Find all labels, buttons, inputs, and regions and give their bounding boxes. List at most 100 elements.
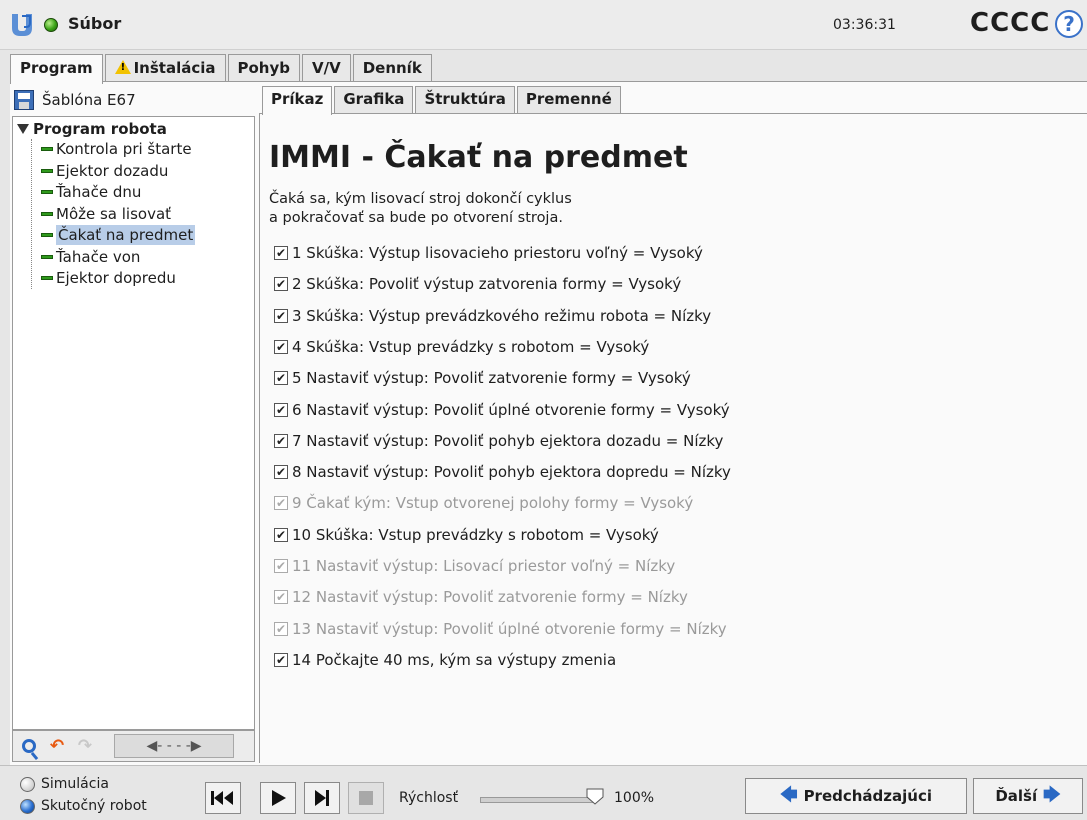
speed-slider-thumb[interactable] bbox=[585, 786, 605, 806]
tree-root[interactable]: Program robota bbox=[17, 120, 167, 138]
command-item-label: 5 Nastaviť výstup: Povoliť zatvorenie fo… bbox=[292, 369, 691, 388]
command-item[interactable]: ✔ 9 Čakať kým: Vstup otvorenej polohy for… bbox=[274, 492, 693, 514]
checkbox[interactable]: ✔ bbox=[274, 433, 288, 448]
tree-toolbar: ↶ ↷ ◀- - - -▶ bbox=[12, 730, 255, 762]
command-item[interactable]: ✔ 14 Počkajte 40 ms, kým sa výstupy zmeni… bbox=[274, 649, 616, 671]
redo-button[interactable]: ↷ bbox=[74, 735, 96, 757]
tree-item-label: Ejektor dozadu bbox=[56, 161, 169, 180]
undo-button[interactable]: ↶ bbox=[46, 735, 68, 757]
command-item-label: 12 Nastaviť výstup: Povoliť zatvorenie f… bbox=[292, 588, 688, 607]
command-item[interactable]: ✔ 4 Skúška: Vstup prevádzky s robotom = V… bbox=[274, 336, 649, 358]
checkbox[interactable]: ✔ bbox=[274, 246, 288, 260]
tree-item[interactable]: Kontrola pri štarte bbox=[31, 139, 192, 159]
expand-triangle-icon[interactable] bbox=[17, 124, 29, 134]
tree-item-label: Ťahače dnu bbox=[56, 183, 142, 201]
tab-log[interactable]: Denník bbox=[352, 54, 432, 82]
tab-command[interactable]: Príkaz bbox=[262, 86, 333, 115]
step-button[interactable] bbox=[304, 782, 340, 814]
command-item-label: 14 Počkajte 40 ms, kým sa výstupy zmenia bbox=[292, 650, 617, 669]
checkbox[interactable]: ✔ bbox=[274, 339, 288, 354]
move-node-button[interactable]: ◀- - - -▶ bbox=[114, 734, 234, 758]
tab-program[interactable]: Program bbox=[10, 54, 103, 84]
sub-tabs: Príkaz Grafika Štruktúra Premenné bbox=[262, 86, 623, 115]
tab-program-label: Program bbox=[20, 59, 93, 77]
speed-slider[interactable] bbox=[480, 797, 595, 803]
command-item-label: 13 Nastaviť výstup: Povoliť úplné otvore… bbox=[292, 619, 727, 638]
tab-variables[interactable]: Premenné bbox=[516, 86, 621, 113]
speed-label: Rýchlosť bbox=[399, 790, 459, 806]
speed-value: 100% bbox=[614, 790, 655, 806]
save-icon[interactable] bbox=[14, 90, 34, 110]
command-item[interactable]: ✔ 2 Skúška: Povoliť výstup zatvorenia for… bbox=[274, 273, 681, 295]
command-title: IMMI - Čakať na predmet bbox=[269, 140, 688, 175]
stop-button[interactable] bbox=[348, 782, 384, 814]
tree-item[interactable]: Ťahače von bbox=[31, 247, 140, 267]
universal-robots-logo-icon bbox=[12, 14, 32, 36]
help-icon[interactable]: ? bbox=[1055, 10, 1083, 38]
command-item[interactable]: ✔ 5 Nastaviť výstup: Povoliť zatvorenie f… bbox=[274, 367, 691, 389]
command-item[interactable]: ✔ 10 Skúška: Vstup prevádzky s robotom = … bbox=[274, 524, 659, 546]
mode-simulation-label: Simulácia bbox=[41, 776, 109, 792]
checkbox[interactable]: ✔ bbox=[274, 402, 288, 417]
checkbox[interactable]: ✔ bbox=[274, 527, 288, 542]
node-icon bbox=[41, 254, 53, 259]
tab-move[interactable]: Pohyb bbox=[227, 54, 300, 82]
command-item[interactable]: ✔ 12 Nastaviť výstup: Povoliť zatvorenie … bbox=[274, 586, 688, 608]
tree-item[interactable]: Ejektor dopredu bbox=[31, 268, 176, 288]
tab-move-label: Pohyb bbox=[237, 59, 291, 77]
simulation-radio[interactable] bbox=[20, 776, 35, 792]
tree-root-label: Program robota bbox=[33, 120, 167, 138]
tab-io[interactable]: V/V bbox=[302, 54, 351, 82]
rewind-button[interactable] bbox=[205, 782, 241, 814]
checkbox[interactable]: ✔ bbox=[274, 465, 288, 480]
tab-log-label: Denník bbox=[362, 59, 422, 77]
real-robot-radio[interactable] bbox=[20, 798, 35, 814]
mode-real-robot[interactable]: Skutočný robot bbox=[20, 796, 147, 816]
tab-installation[interactable]: Inštalácia bbox=[104, 54, 226, 82]
previous-button-label: Predchádzajúci bbox=[803, 787, 932, 805]
undo-icon: ↶ bbox=[49, 736, 65, 756]
tree-item-label: Kontrola pri štarte bbox=[56, 140, 192, 158]
description-line: a pokračovať sa bude po otvorení stroja. bbox=[269, 210, 563, 226]
checkbox[interactable]: ✔ bbox=[274, 621, 288, 636]
node-icon bbox=[41, 211, 53, 216]
tab-structure[interactable]: Štruktúra bbox=[415, 86, 515, 113]
command-item[interactable]: ✔ 6 Nastaviť výstup: Povoliť úplné otvore… bbox=[274, 399, 730, 421]
tree-item-label: Čakať na predmet bbox=[56, 225, 196, 245]
tree-item[interactable]: Čakať na predmet bbox=[31, 225, 196, 245]
checkbox[interactable]: ✔ bbox=[274, 277, 288, 292]
clock: 03:36:31 bbox=[833, 17, 896, 33]
node-icon bbox=[41, 168, 53, 173]
checkbox[interactable]: ✔ bbox=[274, 308, 288, 323]
command-item[interactable]: ✔ 7 Nastaviť výstup: Povoliť pohyb ejekto… bbox=[274, 430, 723, 452]
command-item[interactable]: ✔ 11 Nastaviť výstup: Lisovací priestor v… bbox=[274, 555, 675, 577]
tree-item-label: Ejektor dopredu bbox=[56, 269, 176, 287]
play-button[interactable] bbox=[260, 782, 296, 814]
title-bar: Súbor 03:36:31 CCCC ? bbox=[0, 0, 1087, 50]
command-item[interactable]: ✔ 13 Nastaviť výstup: Povoliť úplné otvor… bbox=[274, 618, 727, 640]
checkbox[interactable]: ✔ bbox=[274, 559, 288, 573]
search-button[interactable] bbox=[18, 735, 40, 757]
next-button-label: Ďalší bbox=[995, 787, 1038, 805]
tab-structure-label: Štruktúra bbox=[424, 90, 506, 108]
command-item[interactable]: ✔ 3 Skúška: Výstup prevádzkového režimu r… bbox=[274, 305, 711, 327]
tab-graphics[interactable]: Grafika bbox=[334, 86, 414, 113]
next-button[interactable]: Ďalší 🡆 bbox=[973, 778, 1083, 814]
checkbox[interactable]: ✔ bbox=[274, 590, 288, 605]
footer-bar: Simulácia Skutočný robot Rýchlosť 100% 🡄… bbox=[0, 765, 1087, 820]
mode-simulation[interactable]: Simulácia bbox=[20, 774, 109, 794]
tree-item[interactable]: Ťahače dnu bbox=[31, 182, 141, 202]
program-file-name: Šablóna E67 bbox=[42, 91, 136, 109]
tree-item[interactable]: Môže sa lisovať bbox=[31, 204, 171, 224]
file-menu[interactable]: Súbor bbox=[68, 14, 121, 33]
command-item[interactable]: ✔ 1 Skúška: Výstup lisovacieho priestoru … bbox=[274, 242, 703, 264]
mode-real-label: Skutočný robot bbox=[41, 798, 147, 814]
checkbox[interactable]: ✔ bbox=[274, 652, 288, 667]
previous-button[interactable]: 🡄 Predchádzajúci bbox=[745, 778, 967, 814]
command-item-label: 2 Skúška: Povoliť výstup zatvorenia form… bbox=[292, 275, 682, 294]
command-item[interactable]: ✔ 8 Nastaviť výstup: Povoliť pohyb ejekto… bbox=[274, 461, 731, 483]
checkbox[interactable]: ✔ bbox=[274, 496, 288, 511]
tree-item[interactable]: Ejektor dozadu bbox=[31, 161, 168, 181]
checkbox[interactable]: ✔ bbox=[274, 371, 288, 386]
command-item-label: 11 Nastaviť výstup: Lisovací priestor vo… bbox=[292, 557, 676, 575]
